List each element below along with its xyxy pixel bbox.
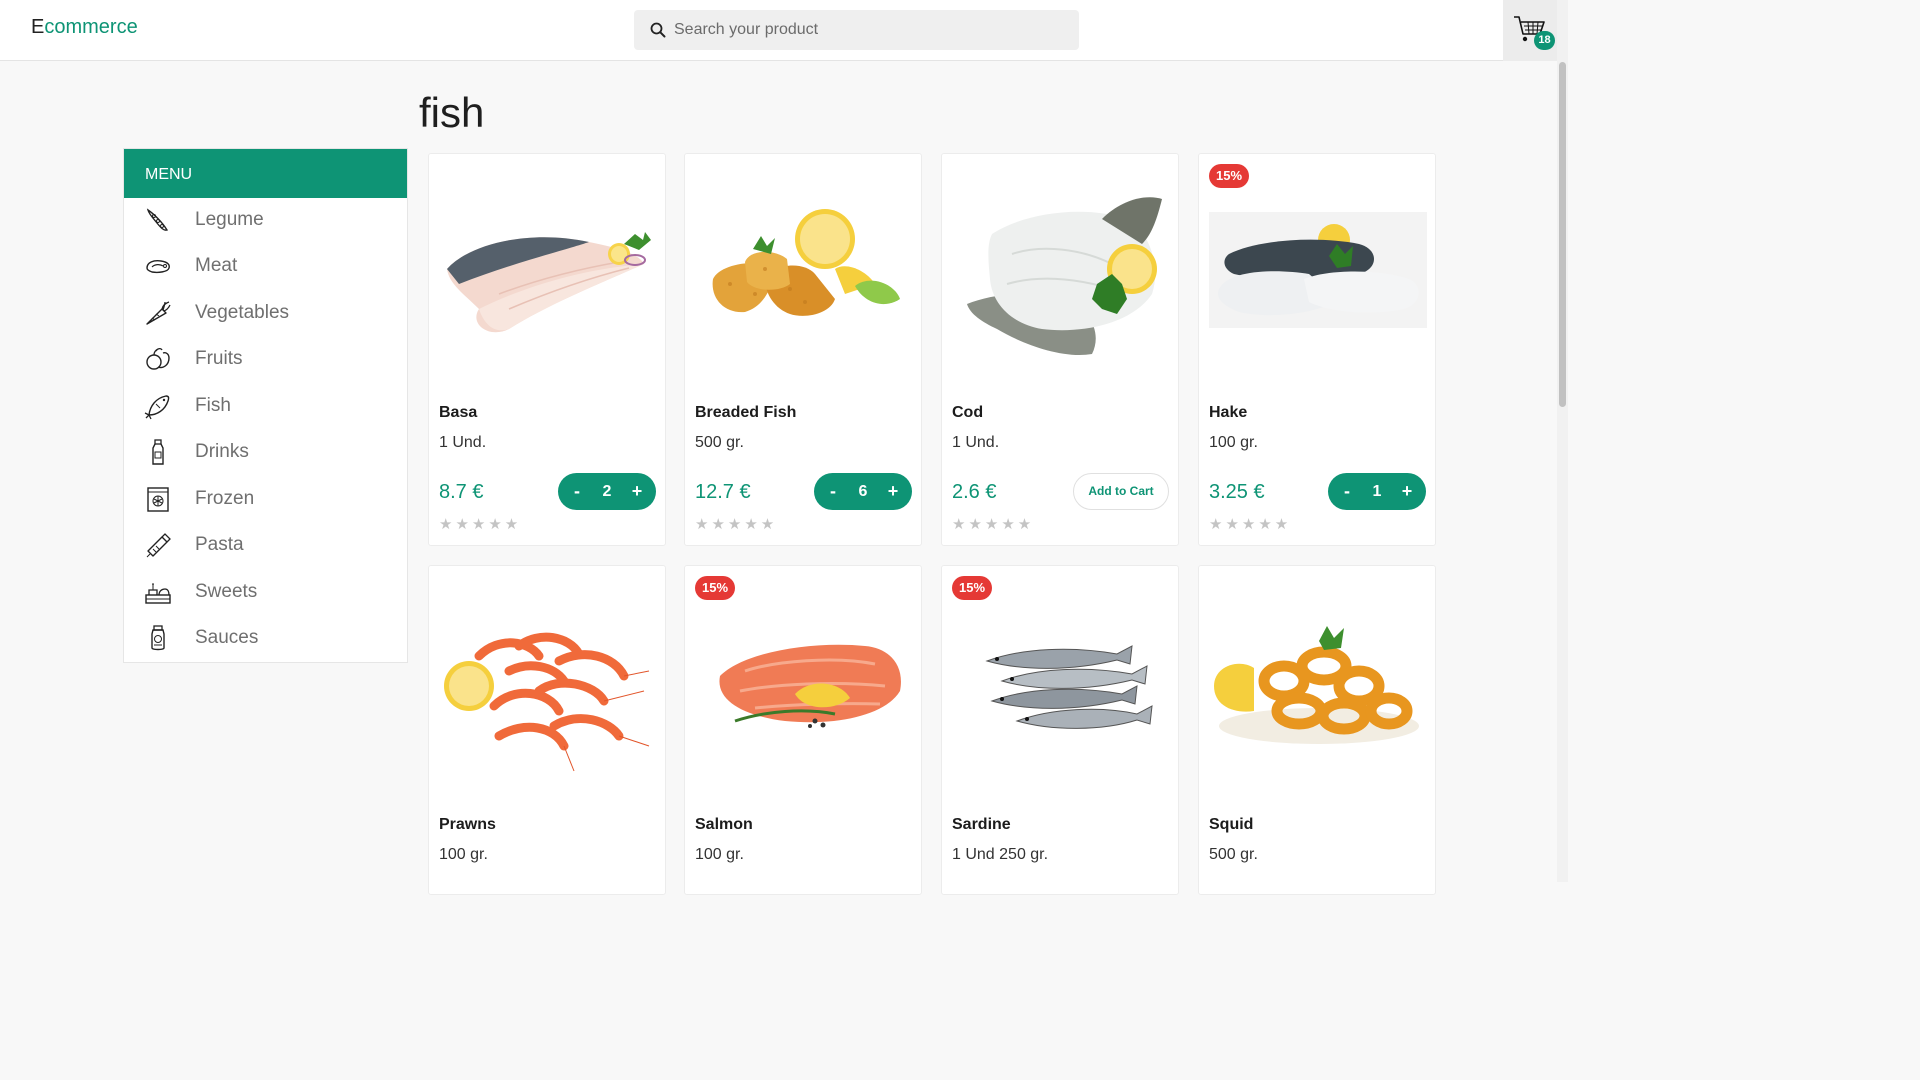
fish-icon <box>144 395 170 420</box>
product-card-sardine[interactable]: 15% Sardine 1 Und 250 gr. <box>941 565 1179 895</box>
product-unit: 1 Und. <box>439 434 487 451</box>
sidebar-item-label: Meat <box>195 255 238 276</box>
product-card-cod[interactable]: Cod 1 Und. 2.6 € Add to Cart ★★★★★ <box>941 153 1179 546</box>
sidebar-item-fruits[interactable]: Fruits <box>124 337 407 381</box>
product-unit: 500 gr. <box>695 434 744 451</box>
decrease-quantity-button[interactable]: - <box>1336 473 1358 510</box>
product-unit: 100 gr. <box>439 846 488 863</box>
drinks-icon <box>152 439 164 465</box>
category-sidebar: MENU Legume Meat Vegetables Fruits Fish … <box>123 148 408 663</box>
sweets-icon <box>145 583 171 604</box>
sidebar-item-label: Legume <box>195 209 264 230</box>
sidebar-item-drinks[interactable]: Drinks <box>124 430 407 474</box>
sidebar-item-label: Sweets <box>195 581 258 602</box>
product-name: Cod <box>952 404 984 421</box>
quantity-stepper: - 6 + <box>814 473 912 510</box>
sidebar-item-pasta[interactable]: Pasta <box>124 523 407 567</box>
sidebar-item-sweets[interactable]: Sweets <box>124 570 407 614</box>
sidebar-item-frozen[interactable]: Frozen <box>124 477 407 521</box>
product-card-breaded-fish[interactable]: Breaded Fish 500 gr. 12.7 € - 6 + ★★★★★ <box>684 153 922 546</box>
sidebar-item-vegetables[interactable]: Vegetables <box>124 291 407 335</box>
decrease-quantity-button[interactable]: - <box>566 473 588 510</box>
search-input[interactable] <box>674 10 1064 50</box>
product-name: Sardine <box>952 816 1011 833</box>
search-bar <box>634 10 1079 50</box>
brand-logo-text: commerce <box>44 16 138 38</box>
product-price: 12.7 € <box>695 481 751 503</box>
sidebar-item-label: Drinks <box>195 441 249 462</box>
product-price: 8.7 € <box>439 481 484 503</box>
sidebar-item-label: Sauces <box>195 627 259 648</box>
add-to-cart-button[interactable]: Add to Cart <box>1073 473 1169 510</box>
pasta-icon <box>146 533 171 558</box>
product-unit: 100 gr. <box>1209 434 1258 451</box>
hake-fillet-image <box>1209 212 1427 328</box>
sauces-icon <box>151 625 165 651</box>
product-card-salmon[interactable]: 15% Salmon 100 gr. <box>684 565 922 895</box>
sidebar-item-meat[interactable]: Meat <box>124 244 407 288</box>
breaded-fish-image <box>712 209 900 316</box>
increase-quantity-button[interactable]: + <box>626 473 648 510</box>
rating-stars[interactable]: ★★★★★ <box>695 515 777 533</box>
product-name: Basa <box>439 404 478 421</box>
quantity-stepper: - 2 + <box>558 473 656 510</box>
cart-button[interactable]: 18 <box>1503 0 1557 61</box>
brand-logo-first-letter: E <box>31 16 45 38</box>
scrollbar-thumb[interactable] <box>1559 62 1566 407</box>
brand-logo[interactable]: Ecommerce <box>31 16 138 39</box>
legume-icon <box>146 208 169 231</box>
basa-fillet-image <box>447 232 651 333</box>
top-header: Ecommerce 18 <box>0 0 1568 61</box>
search-icon <box>650 22 666 38</box>
fruits-icon <box>146 347 170 370</box>
sidebar-item-label: Vegetables <box>195 302 290 323</box>
product-unit: 100 gr. <box>695 846 744 863</box>
quantity-stepper: - 1 + <box>1328 473 1426 510</box>
product-name: Hake <box>1209 404 1248 421</box>
product-unit: 1 Und 250 gr. <box>952 846 1049 863</box>
sidebar-item-label: Pasta <box>195 534 244 555</box>
product-name: Prawns <box>439 816 496 833</box>
increase-quantity-button[interactable]: + <box>1396 473 1418 510</box>
product-name: Squid <box>1209 816 1254 833</box>
sidebar-item-label: Fish <box>195 395 231 416</box>
sidebar-item-label: Frozen <box>195 488 255 509</box>
sardines-image <box>985 645 1153 729</box>
sidebar-item-sauces[interactable]: Sauces <box>124 616 407 660</box>
increase-quantity-button[interactable]: + <box>882 473 904 510</box>
salmon-fillet-image <box>719 644 901 728</box>
quantity-value: 2 <box>602 483 612 500</box>
product-name: Salmon <box>695 816 753 833</box>
rating-stars[interactable]: ★★★★★ <box>952 515 1034 533</box>
product-card-squid[interactable]: Squid 500 gr. <box>1198 565 1436 895</box>
product-card-hake[interactable]: 15% Hake 100 gr. 3.25 € - 1 + ★★★★★ <box>1198 153 1436 546</box>
product-card-prawns[interactable]: Prawns 100 gr. <box>428 565 666 895</box>
rating-stars[interactable]: ★★★★★ <box>1209 515 1291 533</box>
product-price: 2.6 € <box>952 481 997 503</box>
product-unit: 1 Und. <box>952 434 1000 451</box>
quantity-value: 1 <box>1372 483 1382 500</box>
sidebar-item-legume[interactable]: Legume <box>124 198 407 242</box>
product-name: Breaded Fish <box>695 404 797 421</box>
page-scrollbar[interactable] <box>1557 0 1568 882</box>
cod-fillet-image <box>967 197 1162 355</box>
product-unit: 500 gr. <box>1209 846 1258 863</box>
vegetables-icon <box>146 301 171 325</box>
menu-header: MENU <box>124 149 407 198</box>
prawns-image <box>444 632 650 772</box>
sidebar-item-fish[interactable]: Fish <box>124 384 407 428</box>
page-title: fish <box>419 89 485 136</box>
product-price: 3.25 € <box>1209 481 1265 503</box>
meat-icon <box>146 260 170 274</box>
product-card-basa[interactable]: Basa 1 Und. 8.7 € - 2 + ★★★★★ <box>428 153 666 546</box>
decrease-quantity-button[interactable]: - <box>822 473 844 510</box>
rating-stars[interactable]: ★★★★★ <box>439 515 521 533</box>
quantity-value: 6 <box>858 483 868 500</box>
cart-count-badge: 18 <box>1534 31 1555 50</box>
squid-rings-image <box>1214 626 1419 744</box>
frozen-icon <box>147 487 169 512</box>
sidebar-item-label: Fruits <box>195 348 243 369</box>
